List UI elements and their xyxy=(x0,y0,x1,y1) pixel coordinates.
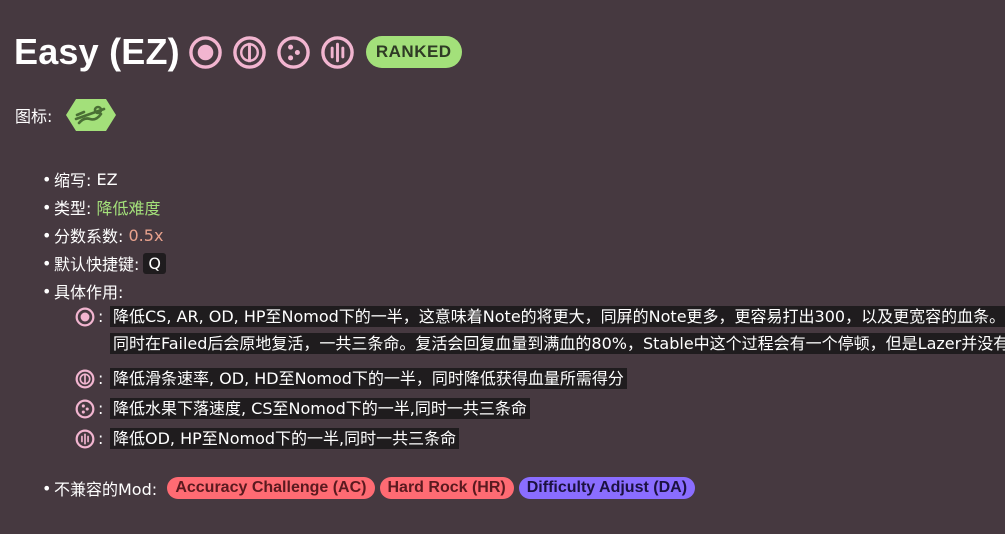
taiko-ruleset-icon xyxy=(233,35,266,69)
mod-pill-difficulty-adjust[interactable]: Difficulty Adjust (DA) xyxy=(518,477,696,499)
catch-ruleset-icon xyxy=(277,35,310,69)
icon-label: 图标: xyxy=(15,107,53,126)
hotkey-value: Q xyxy=(143,252,166,274)
abbreviation-value: EZ xyxy=(96,169,118,189)
multiplier-value: 0.5x xyxy=(128,225,164,245)
mania-ruleset-icon xyxy=(75,429,95,449)
easy-mod-icon xyxy=(66,99,117,131)
hotkey-item: • 默认快捷键: Q xyxy=(42,249,166,277)
catch-ruleset-icon xyxy=(75,399,95,419)
mod-pill-hard-rock[interactable]: Hard Rock (HR) xyxy=(379,477,514,499)
page-header: Easy (EZ) RANKED xyxy=(14,28,462,76)
mod-icon-row: 图标: xyxy=(15,97,118,133)
effect-catch: : 降低水果下落速度, CS至Nomod下的一半,同时一共三条命 xyxy=(75,395,1005,425)
mod-info-list: • 缩写: EZ • 类型: 降低难度 • 分数系数: 0.5x • 默认快捷键… xyxy=(42,165,166,305)
effect-text: 降低水果下落速度, CS至Nomod下的一半,同时一共三条命 xyxy=(110,398,530,419)
taiko-ruleset-icon xyxy=(75,369,95,389)
type-item: • 类型: 降低难度 xyxy=(42,193,166,221)
effects-list: : 降低CS, AR, OD, HP至Nomod下的一半，这意味着Note的将更… xyxy=(75,303,1005,455)
effect-text: 降低滑条速率, OD, HD至Nomod下的一半，同时降低获得血量所需得分 xyxy=(110,368,627,389)
mod-pill-accuracy-challenge[interactable]: Accuracy Challenge (AC) xyxy=(167,477,375,499)
effect-mania: : 降低OD, HP至Nomod下的一半,同时一共三条命 xyxy=(75,425,1005,455)
osu-ruleset-icon xyxy=(189,35,222,69)
abbreviation-item: • 缩写: EZ xyxy=(42,169,118,191)
effect-text: 降低OD, HP至Nomod下的一半,同时一共三条命 xyxy=(110,428,460,449)
incompatible-label: 不兼容的Mod: xyxy=(54,480,158,499)
effect-item: • 具体作用: xyxy=(42,281,124,303)
incompatible-mods-row: • 不兼容的Mod: Accuracy Challenge (AC) Hard … xyxy=(42,475,700,501)
ranked-badge: RANKED xyxy=(365,36,462,68)
type-value: 降低难度 xyxy=(96,199,161,218)
mania-ruleset-icon xyxy=(321,35,354,69)
osu-ruleset-icon xyxy=(75,307,95,327)
page-title: Easy (EZ) xyxy=(14,31,180,72)
effect-taiko: : 降低滑条速率, OD, HD至Nomod下的一半，同时降低获得血量所需得分 xyxy=(75,365,1005,395)
effect-osu: : 降低CS, AR, OD, HP至Nomod下的一半，这意味着Note的将更… xyxy=(75,303,1005,357)
effect-text: 降低CS, AR, OD, HP至Nomod下的一半，这意味着Note的将更大，… xyxy=(110,306,1005,354)
multiplier-item: • 分数系数: 0.5x xyxy=(42,225,164,247)
